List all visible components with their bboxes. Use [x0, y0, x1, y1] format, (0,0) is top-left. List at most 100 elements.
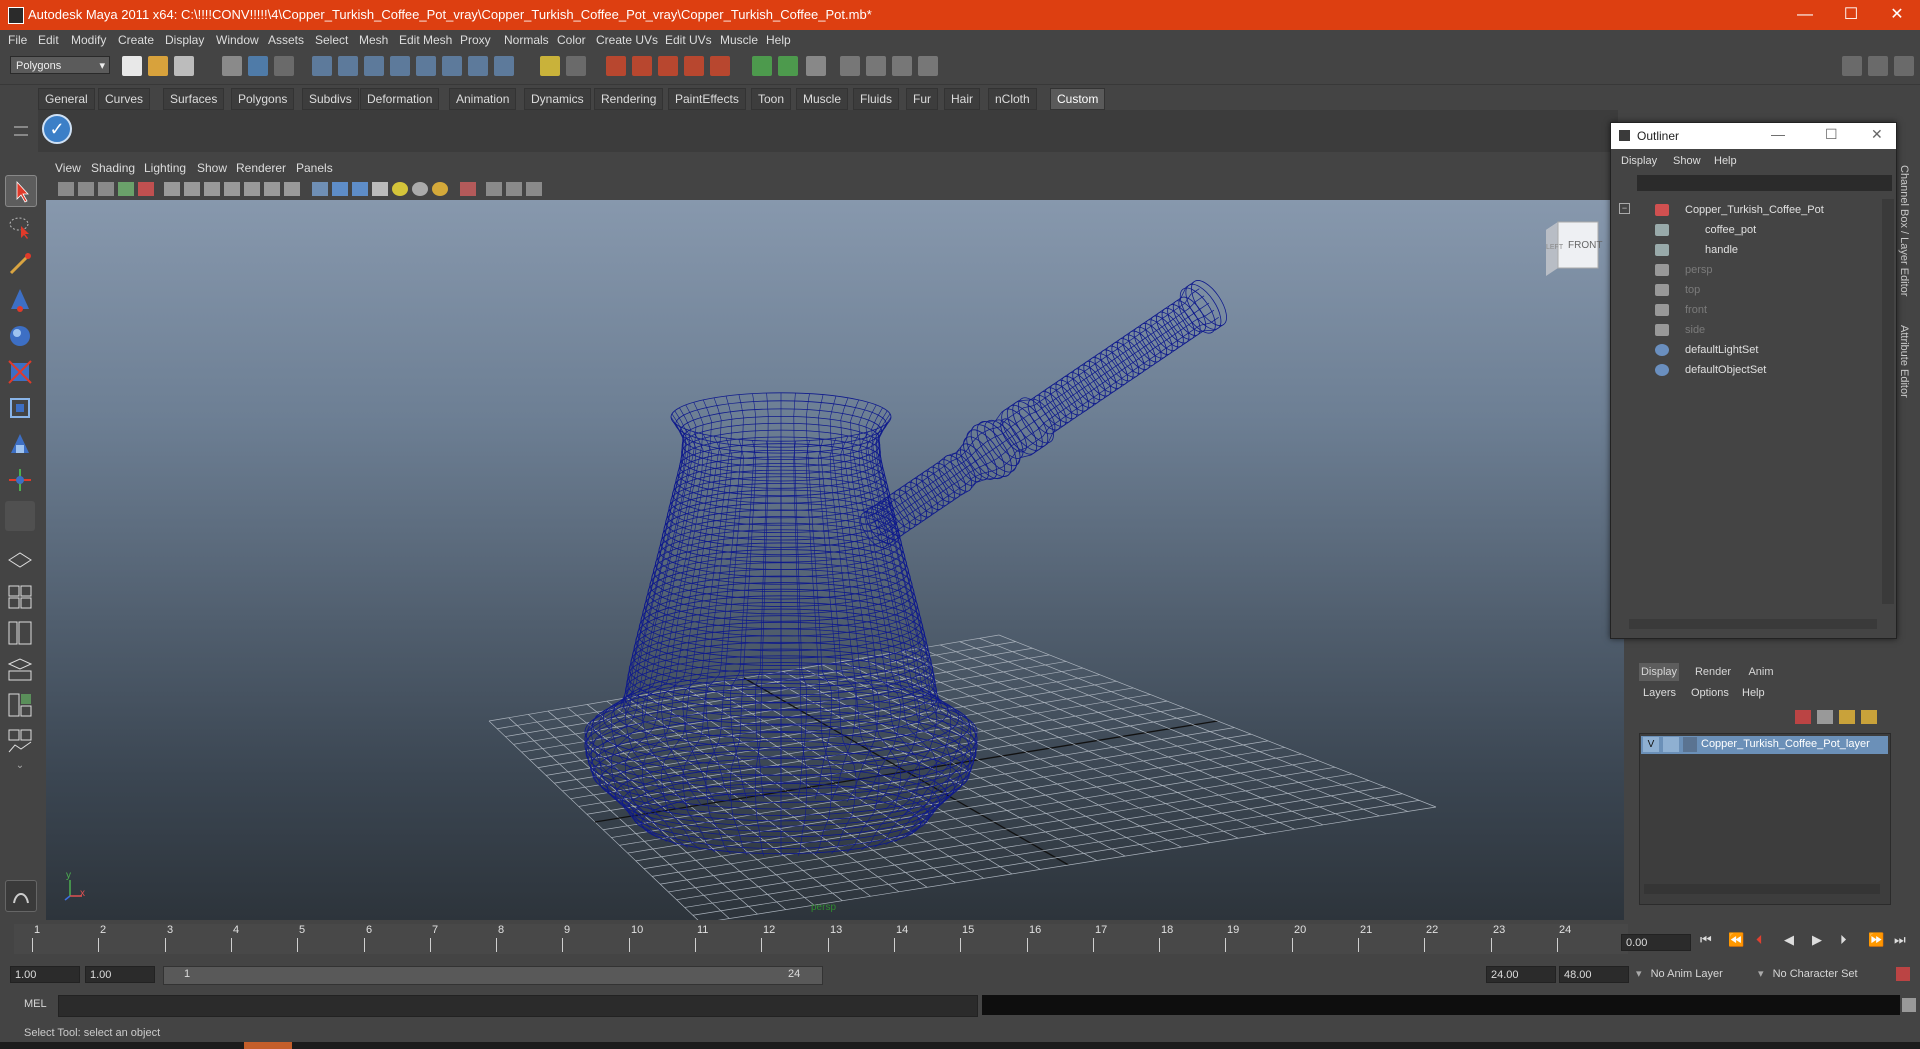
ipr-render-icon[interactable] [658, 56, 678, 76]
toggle-panel-icon[interactable] [778, 56, 798, 76]
grid-toggle-icon[interactable] [164, 182, 180, 196]
handle-wireframe[interactable] [855, 275, 1233, 552]
layout-toggle-icon[interactable] [1842, 56, 1862, 76]
outliner-horizontal-scrollbar[interactable] [1629, 619, 1877, 629]
four-pane-layout-icon[interactable] [5, 582, 35, 612]
panel-menu-panels[interactable]: Panels [296, 161, 333, 175]
outliner-menu-show[interactable]: Show [1673, 155, 1701, 167]
xray-icon[interactable] [486, 182, 502, 196]
shelf-tab-rendering[interactable]: Rendering [594, 88, 664, 110]
help-icon[interactable] [494, 56, 514, 76]
paint-select-tool-icon[interactable] [5, 249, 35, 279]
outliner-minimize-button[interactable]: — [1771, 126, 1785, 142]
layer-tab-render[interactable]: Render [1691, 663, 1735, 681]
current-time-field[interactable]: 0.00 [1621, 934, 1691, 951]
layer-visibility-toggle[interactable]: V [1643, 737, 1659, 752]
shelf-tab-surfaces[interactable]: Surfaces [163, 88, 225, 110]
step-forward-frame-icon[interactable]: ⏵ [1840, 932, 1847, 948]
image-plane-icon[interactable] [98, 182, 114, 196]
menu-muscle[interactable]: Muscle [720, 33, 758, 47]
end-time-field[interactable]: 48.00 [1559, 966, 1629, 983]
snap-surface-icon[interactable] [416, 56, 436, 76]
menu-edit-uvs[interactable]: Edit UVs [665, 33, 712, 47]
outliner-item[interactable]: handle [1611, 241, 1881, 261]
universal-manipulator-icon[interactable] [5, 393, 35, 423]
film-gate-icon[interactable] [184, 182, 200, 196]
menu-mesh[interactable]: Mesh [359, 33, 388, 47]
persp-outliner-layout-icon[interactable] [5, 618, 35, 648]
layer-type-toggle[interactable] [1663, 737, 1679, 752]
wireframe-shading-icon[interactable] [312, 182, 328, 196]
menu-display[interactable]: Display [165, 33, 204, 47]
textured-icon[interactable] [372, 182, 388, 196]
outliner-close-button[interactable]: ✕ [1871, 126, 1883, 143]
shelf-tab-ncloth[interactable]: nCloth [988, 88, 1037, 110]
time-slider[interactable]: 1 2 3 4 5 6 7 8 9 10 11 12 13 14 15 16 17 18 19 20 21 22 23 24 … [0, 920, 1920, 962]
show-ui-icon[interactable] [752, 56, 772, 76]
outliner-item[interactable]: coffee_pot [1611, 221, 1881, 241]
select-object-icon[interactable] [248, 56, 268, 76]
xray-joints-icon[interactable] [506, 182, 522, 196]
new-layer-icon[interactable] [1839, 710, 1855, 724]
menu-normals[interactable]: Normals [504, 33, 549, 47]
tool-settings-icon[interactable] [840, 56, 860, 76]
snap-view-plane-icon[interactable] [390, 56, 410, 76]
panel-menu-lighting[interactable]: Lighting [144, 161, 186, 175]
hypershade-layout-icon[interactable] [5, 690, 35, 720]
panel-menu-shading[interactable]: Shading [91, 161, 135, 175]
isolate-select-icon[interactable] [460, 182, 476, 196]
gate-mask-icon[interactable] [224, 182, 240, 196]
character-set-selector[interactable]: ▾ No Character Set [1758, 966, 1898, 983]
snap-curve-icon[interactable] [338, 56, 358, 76]
time-slider-ruler[interactable]: 1 2 3 4 5 6 7 8 9 10 11 12 13 14 15 16 17 18 19 20 21 22 23 24 [14, 924, 1628, 954]
step-back-frame-icon[interactable]: ⏴ [1756, 932, 1763, 948]
attribute-editor-toggle-icon[interactable] [1894, 56, 1914, 76]
layer-menu-options[interactable]: Options [1691, 687, 1729, 699]
command-language-label[interactable]: MEL [24, 998, 47, 1010]
safe-action-icon[interactable] [264, 182, 280, 196]
hypershade-icon[interactable] [710, 56, 730, 76]
menu-color[interactable]: Color [557, 33, 586, 47]
construction-history-icon[interactable] [442, 56, 462, 76]
menu-window[interactable]: Window [216, 33, 259, 47]
snap-point-icon[interactable] [364, 56, 384, 76]
shelf-menu-icon[interactable] [14, 118, 30, 146]
rotate-tool-icon[interactable] [5, 321, 35, 351]
view-cube[interactable]: FRONT LEFT [1538, 220, 1602, 280]
taskbar-active-app[interactable] [244, 1042, 292, 1049]
delete-layer-icon[interactable] [1795, 710, 1811, 724]
layer-horizontal-scrollbar[interactable] [1644, 884, 1880, 894]
soft-modification-icon[interactable] [5, 429, 35, 459]
go-to-end-icon[interactable]: ⏭ [1894, 932, 1906, 948]
wireframe-on-shaded-icon[interactable] [352, 182, 368, 196]
menu-edit[interactable]: Edit [38, 33, 59, 47]
perspective-viewport[interactable]: FRONT LEFT x y persp [46, 200, 1624, 920]
layer-tab-anim[interactable]: Anim [1741, 663, 1781, 681]
attribute-icon[interactable] [806, 56, 826, 76]
layout-icon[interactable] [918, 56, 938, 76]
input-output-icon[interactable] [468, 56, 488, 76]
play-backward-icon[interactable]: ◀ [1784, 932, 1794, 948]
render-current-icon[interactable] [632, 56, 652, 76]
outliner-maximize-button[interactable]: ☐ [1825, 126, 1838, 143]
outliner-menu-help[interactable]: Help [1714, 155, 1737, 167]
graph-editor-layout-icon[interactable] [5, 726, 35, 756]
shelf-tab-fluids[interactable]: Fluids [853, 88, 900, 110]
go-to-start-icon[interactable]: ⏮ [1700, 932, 1712, 948]
last-tool-slot-icon[interactable] [5, 501, 35, 531]
shelf-tab-polygons[interactable]: Polygons [231, 88, 295, 110]
lock-icon[interactable] [540, 56, 560, 76]
grease-pencil-icon[interactable] [138, 182, 154, 196]
playback-start-field[interactable]: 1.00 [85, 966, 155, 983]
playback-end-field[interactable]: 24.00 [1486, 966, 1556, 983]
layers-icon[interactable] [1817, 710, 1833, 724]
outliner-item[interactable]: side [1611, 321, 1881, 341]
shelf-tab-muscle[interactable]: Muscle [796, 88, 849, 110]
channel-box-icon[interactable] [866, 56, 886, 76]
menu-edit-mesh[interactable]: Edit Mesh [399, 33, 452, 47]
outliner-filter-field[interactable] [1637, 175, 1892, 191]
xray-components-icon[interactable] [526, 182, 542, 196]
menu-file[interactable]: File [8, 33, 27, 47]
new-scene-icon[interactable] [122, 56, 142, 76]
toolbox-more-icon[interactable]: ⌄ [5, 760, 35, 776]
